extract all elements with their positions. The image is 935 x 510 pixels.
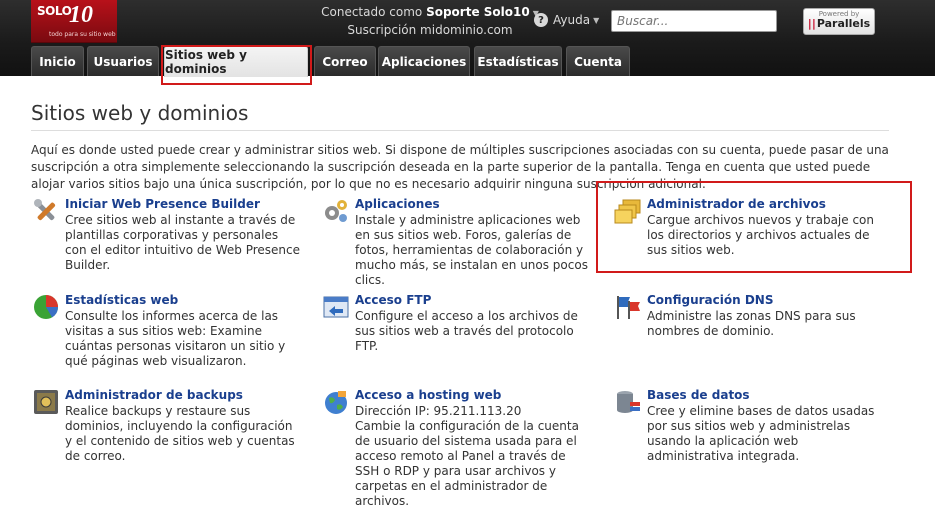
acceso-ftp-desc: Configure el acceso a los archivos de su… — [355, 309, 578, 353]
item-web-presence-builder: Iniciar Web Presence Builder Cree sitios… — [32, 197, 307, 272]
page-title: Sitios web y dominios — [31, 101, 249, 125]
logo-number: 10 — [69, 2, 93, 28]
tab-estadisticas[interactable]: Estadísticas — [474, 46, 562, 76]
web-presence-builder-desc: Cree sitios web al instante a través de … — [65, 213, 300, 272]
administrador-backups-link[interactable]: Administrador de backups — [65, 388, 243, 403]
estadisticas-web-link[interactable]: Estadísticas web — [65, 293, 178, 308]
item-estadisticas-web: Estadísticas web Consulte los informes a… — [32, 293, 307, 368]
top-header: SOLO 10 todo para su sitio web Conectado… — [0, 0, 935, 77]
estadisticas-web-desc: Consulte los informes acerca de las visi… — [65, 309, 286, 368]
parallels-bars-icon: || — [807, 17, 816, 30]
parallels-badge[interactable]: Powered by ||Parallels — [803, 8, 875, 35]
item-configuracion-dns: Configuración DNS Administre las zonas D… — [614, 293, 894, 343]
help-icon: ? — [534, 13, 548, 27]
solo10-logo[interactable]: SOLO 10 todo para su sitio web — [31, 0, 117, 43]
logo-text: SOLO — [37, 4, 72, 18]
tab-cuenta[interactable]: Cuenta — [566, 46, 630, 76]
logo-tagline: todo para su sitio web — [49, 31, 116, 38]
connected-prefix: Conectado como — [321, 5, 423, 19]
tab-correo[interactable]: Correo — [314, 46, 376, 76]
aplicaciones-link[interactable]: Aplicaciones — [355, 197, 440, 212]
web-presence-builder-link[interactable]: Iniciar Web Presence Builder — [65, 197, 260, 212]
subscription-line: Suscripción midominio.com — [347, 23, 513, 37]
aplicaciones-desc: Instale y administre aplicaciones web en… — [355, 213, 588, 287]
configuracion-dns-desc: Administre las zonas DNS para sus nombre… — [647, 309, 856, 338]
configuracion-dns-link[interactable]: Configuración DNS — [647, 293, 773, 308]
safe-icon — [34, 390, 58, 414]
item-administrador-backups: Administrador de backups Realice backups… — [32, 388, 307, 463]
item-bases-datos: Bases de datos Cree y elimine bases de d… — [614, 388, 894, 463]
wrench-icon — [34, 199, 56, 221]
item-aplicaciones: Aplicaciones Instale y administre aplica… — [322, 197, 592, 287]
acceso-hosting-desc: Dirección IP: 95.211.113.20 Cambie la co… — [355, 404, 579, 508]
acceso-ftp-link[interactable]: Acceso FTP — [355, 293, 431, 308]
acceso-hosting-link[interactable]: Acceso a hosting web — [355, 388, 501, 403]
help-label: Ayuda — [553, 13, 591, 27]
ftp-window-icon — [323, 296, 349, 318]
tab-inicio[interactable]: Inicio — [31, 46, 84, 76]
administrador-backups-desc: Realice backups y restaure sus dominios,… — [65, 404, 295, 463]
tab-aplicaciones[interactable]: Aplicaciones — [378, 46, 470, 76]
connected-as-line[interactable]: Conectado como Soporte Solo10▼ — [300, 4, 560, 22]
title-divider — [31, 130, 889, 131]
item-acceso-ftp: Acceso FTP Configure el acceso a los arc… — [322, 293, 592, 353]
search-input[interactable] — [611, 10, 777, 32]
current-user: Soporte Solo10 — [426, 5, 530, 19]
parallels-logo: ||Parallels — [804, 17, 874, 30]
tab-highlight-box — [161, 45, 312, 85]
help-menu[interactable]: ? Ayuda ▼ — [534, 13, 599, 27]
pie-chart-icon — [34, 295, 58, 319]
flags-icon — [617, 296, 640, 319]
item-acceso-hosting: Acceso a hosting web Dirección IP: 95.21… — [322, 388, 592, 508]
parallels-name: Parallels — [816, 17, 871, 30]
tab-usuarios[interactable]: Usuarios — [87, 46, 159, 76]
bases-datos-link[interactable]: Bases de datos — [647, 388, 750, 403]
gears-icon — [325, 200, 347, 222]
database-icon — [617, 391, 640, 413]
connection-info: Conectado como Soporte Solo10▼ Suscripci… — [300, 4, 560, 39]
highlight-box — [596, 181, 912, 273]
chevron-down-icon: ▼ — [593, 15, 600, 25]
globe-icon — [325, 391, 347, 414]
bases-datos-desc: Cree y elimine bases de datos usadas por… — [647, 404, 875, 463]
